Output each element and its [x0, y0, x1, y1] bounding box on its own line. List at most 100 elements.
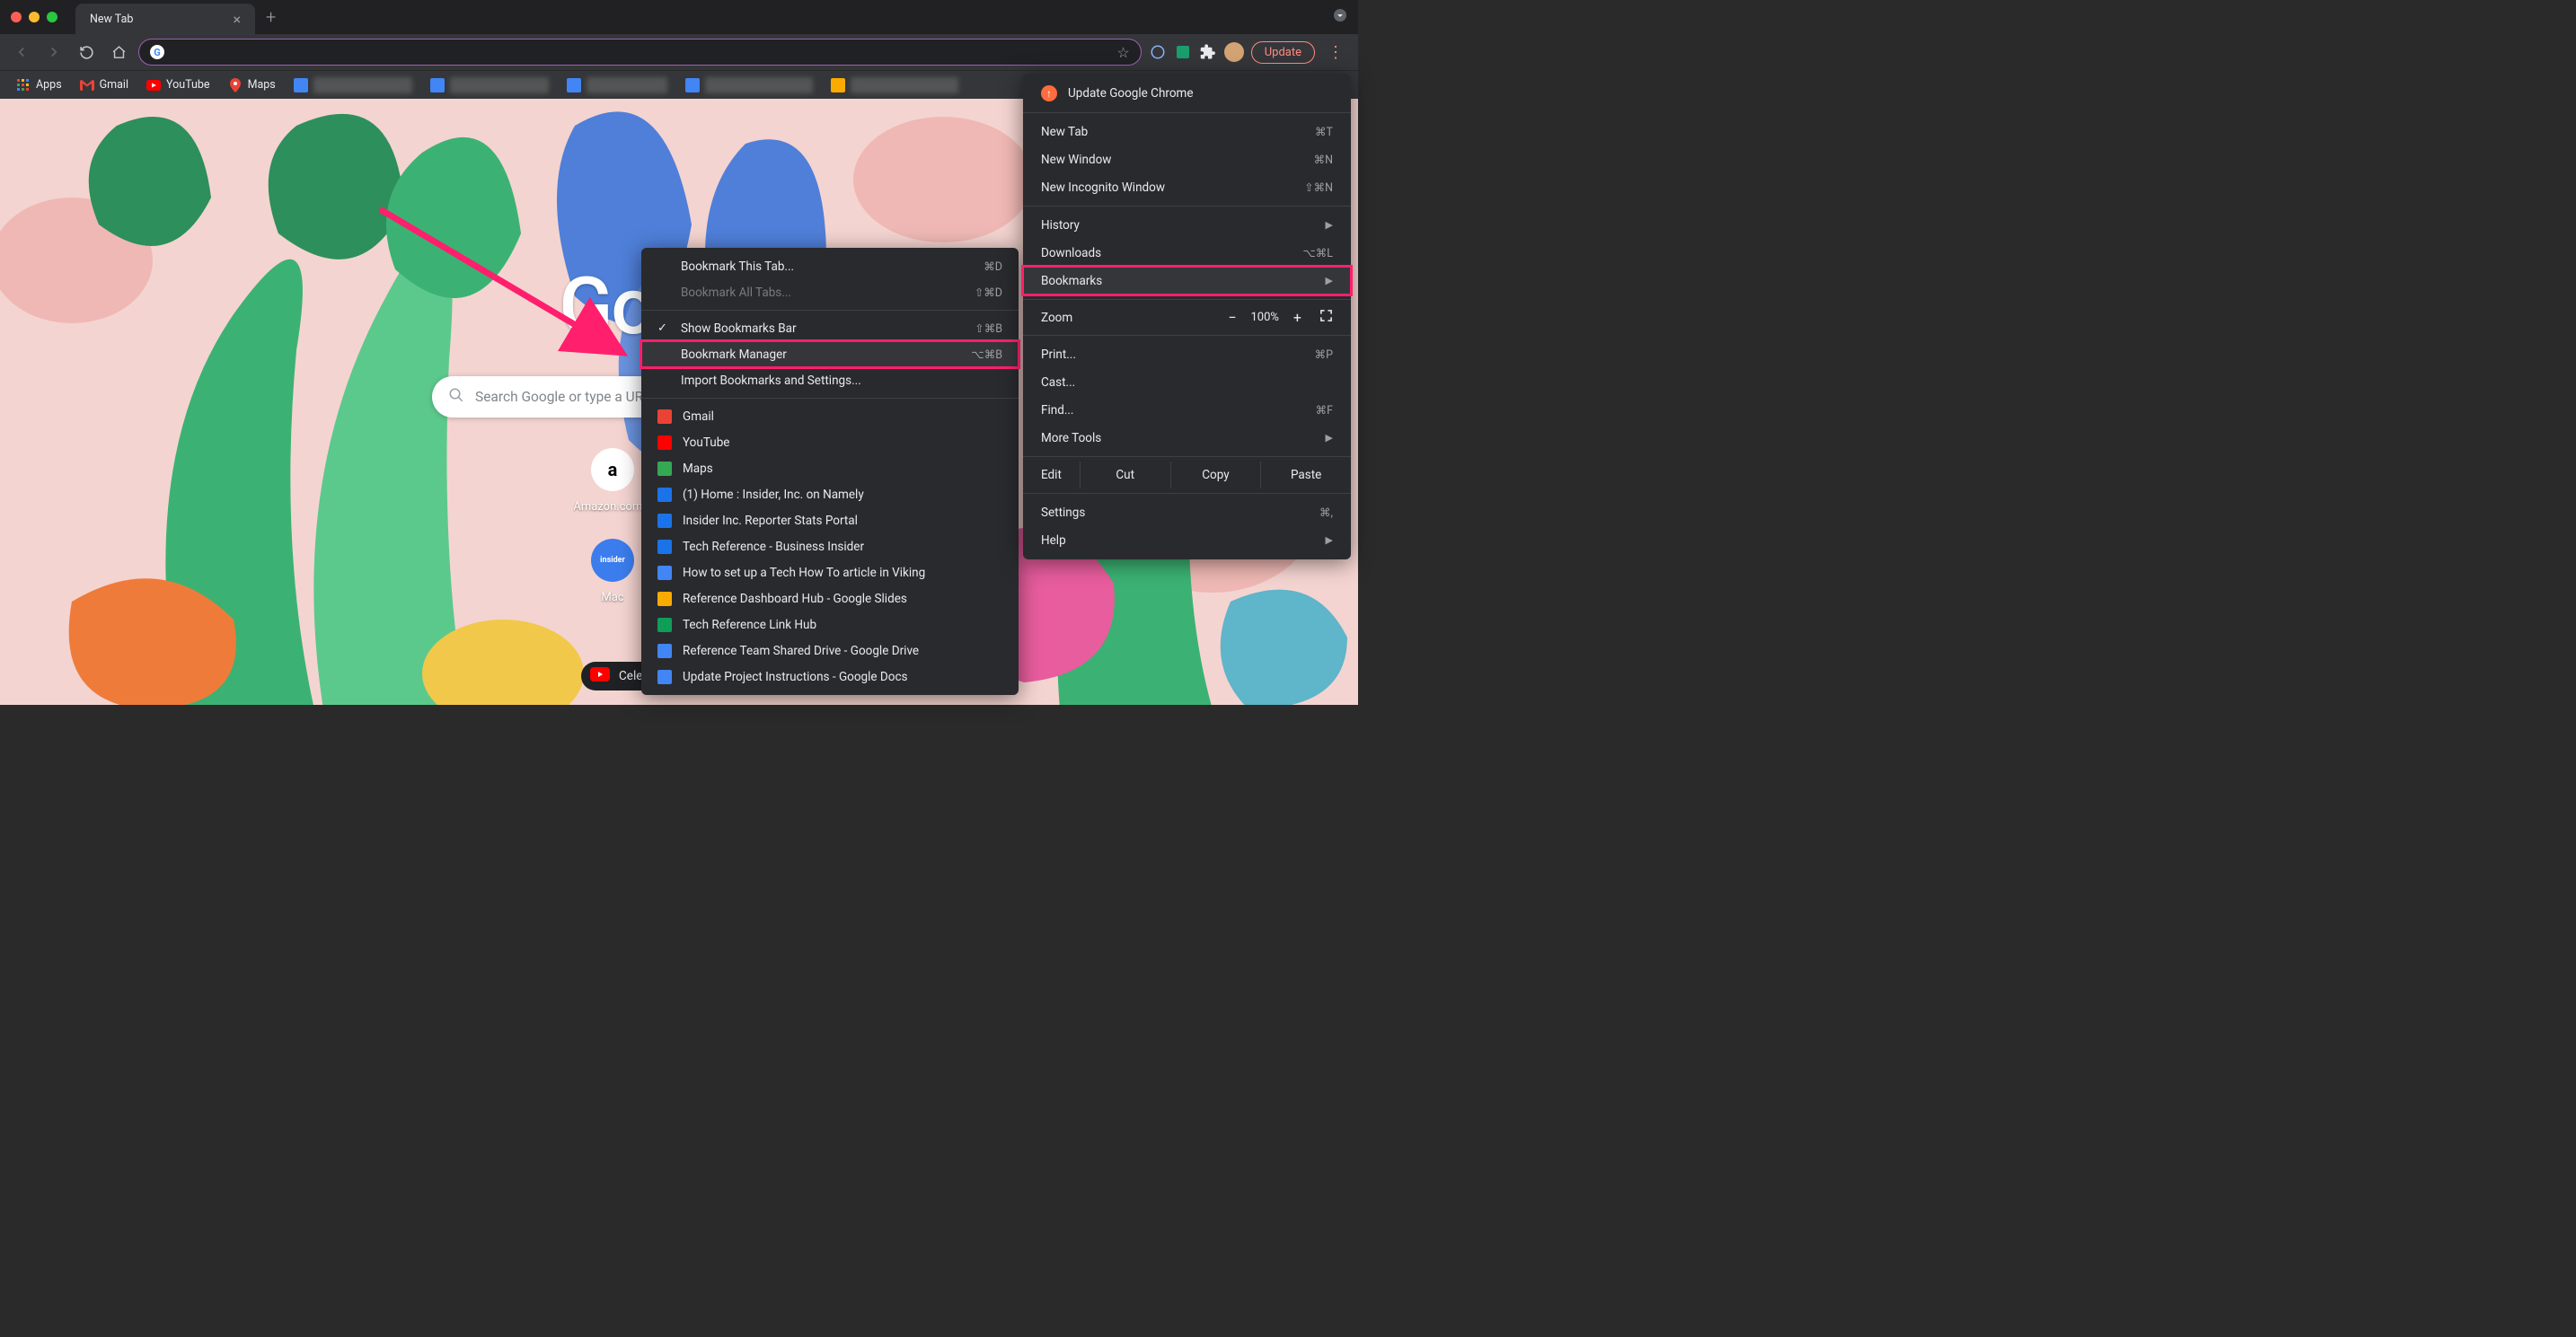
reload-button[interactable]: [74, 40, 99, 65]
search-placeholder: Search Google or type a URL: [475, 389, 651, 405]
copy-button[interactable]: Copy: [1170, 462, 1261, 488]
extension-badge-icon[interactable]: [1174, 43, 1192, 61]
shortcut-keys: ⌘T: [1315, 125, 1333, 139]
shortcut-keys: ⌥⌘L: [1302, 246, 1333, 260]
new-window[interactable]: New Window⌘N: [1023, 145, 1351, 173]
bookmark-item[interactable]: Maps: [641, 455, 1019, 481]
zoom-out-button[interactable]: −: [1219, 309, 1245, 326]
forward-button[interactable]: [41, 40, 66, 65]
print[interactable]: Print...⌘P: [1023, 340, 1351, 368]
minimize-window-button[interactable]: [29, 12, 40, 22]
bookmark-item[interactable]: How to set up a Tech How To article in V…: [641, 559, 1019, 585]
profile-avatar[interactable]: [1224, 42, 1244, 62]
item-label: Print...: [1041, 347, 1076, 362]
edit-row: Edit Cut Copy Paste: [1023, 462, 1351, 488]
favicon: [657, 540, 672, 554]
settings[interactable]: Settings⌘,: [1023, 498, 1351, 526]
bookmark-item[interactable]: Reference Dashboard Hub - Google Slides: [641, 585, 1019, 611]
item-label: Bookmark All Tabs...: [681, 286, 791, 300]
bookmark-item[interactable]: Update Project Instructions - Google Doc…: [641, 664, 1019, 690]
item-label: New Tab: [1041, 125, 1088, 139]
youtube-label: YouTube: [166, 78, 210, 92]
bookmark-redacted[interactable]: [423, 74, 556, 97]
bookmark-item[interactable]: (1) Home : Insider, Inc. on Namely: [641, 481, 1019, 507]
item-label: Bookmark Manager: [681, 347, 787, 362]
help[interactable]: Help▶: [1023, 526, 1351, 554]
close-tab-icon[interactable]: ×: [233, 11, 241, 28]
bookmarks[interactable]: Bookmarks ▶: [1023, 267, 1351, 295]
bookmark-star-icon[interactable]: ☆: [1116, 44, 1129, 61]
redacted-label: [450, 77, 549, 93]
favicon: [657, 618, 672, 632]
favicon: [294, 78, 308, 92]
chevron-right-icon: ▶: [1326, 432, 1333, 444]
menu-separator: [1023, 456, 1351, 457]
shortcut-keys: ⌘F: [1316, 403, 1333, 418]
favicon: [657, 409, 672, 424]
chevron-right-icon: ▶: [1326, 275, 1333, 286]
main-menu-button[interactable]: ⋮: [1322, 43, 1349, 62]
home-button[interactable]: [106, 40, 131, 65]
item-label: Settings: [1041, 506, 1085, 520]
bookmark-item[interactable]: Reference Team Shared Drive - Google Dri…: [641, 638, 1019, 664]
bookmark-youtube[interactable]: YouTube: [139, 75, 217, 96]
bookmark-redacted[interactable]: [824, 74, 966, 97]
shortcut-keys: ⇧⌘N: [1304, 180, 1333, 195]
checkmark-icon: ✓: [657, 321, 670, 335]
bookmark-redacted[interactable]: [560, 74, 675, 97]
favicon: [831, 78, 845, 92]
new-incognito[interactable]: New Incognito Window ⇧⌘N: [1023, 173, 1351, 201]
back-button[interactable]: [9, 40, 34, 65]
favicon: [657, 566, 672, 580]
extension-icon[interactable]: [1149, 43, 1167, 61]
downloads[interactable]: Downloads⌥⌘L: [1023, 239, 1351, 267]
favicon: [657, 462, 672, 476]
bookmark-item[interactable]: Insider Inc. Reporter Stats Portal: [641, 507, 1019, 533]
bookmark-redacted[interactable]: [287, 74, 419, 97]
item-label: New Incognito Window: [1041, 180, 1165, 195]
extensions-puzzle-icon[interactable]: [1199, 43, 1217, 61]
fullscreen-icon[interactable]: [1319, 309, 1333, 326]
bookmark-maps[interactable]: Maps: [221, 75, 283, 96]
bookmark-gmail[interactable]: Gmail: [73, 75, 136, 96]
zoom-in-button[interactable]: +: [1284, 309, 1310, 326]
favicon: [685, 78, 700, 92]
bookmark-item[interactable]: YouTube: [641, 429, 1019, 455]
update-chrome[interactable]: ↑ Update Google Chrome: [1023, 79, 1351, 108]
chevron-right-icon: ▶: [1326, 219, 1333, 231]
close-window-button[interactable]: [11, 12, 22, 22]
cut-button[interactable]: Cut: [1080, 462, 1170, 488]
bookmark-label: YouTube: [683, 435, 729, 450]
bookmark-label: Update Project Instructions - Google Doc…: [683, 670, 908, 684]
bookmark-redacted[interactable]: [678, 74, 820, 97]
show-bookmarks-bar[interactable]: ✓ Show Bookmarks Bar ⇧⌘B: [641, 315, 1019, 341]
address-input[interactable]: [172, 45, 1109, 59]
fullscreen-window-button[interactable]: [47, 12, 57, 22]
import-bookmarks[interactable]: Import Bookmarks and Settings...: [641, 367, 1019, 393]
bookmark-manager[interactable]: Bookmark Manager ⌥⌘B: [641, 341, 1019, 367]
browser-tab[interactable]: New Tab ×: [75, 4, 255, 34]
history[interactable]: History▶: [1023, 211, 1351, 239]
new-tab-button[interactable]: +: [266, 6, 276, 28]
favicon: [657, 670, 672, 684]
item-label: Bookmarks: [1041, 274, 1102, 288]
paste-button[interactable]: Paste: [1260, 462, 1351, 488]
favicon: [430, 78, 445, 92]
bookmark-this-tab[interactable]: Bookmark This Tab... ⌘D: [641, 253, 1019, 279]
update-button[interactable]: Update: [1251, 41, 1315, 64]
bookmark-item[interactable]: Tech Reference Link Hub: [641, 611, 1019, 638]
new-tab[interactable]: New Tab ⌘T: [1023, 118, 1351, 145]
bookmark-all-tabs: Bookmark All Tabs... ⇧⌘D: [641, 279, 1019, 305]
bookmark-item[interactable]: Tech Reference - Business Insider: [641, 533, 1019, 559]
titlebar-caret-icon[interactable]: [1333, 8, 1347, 26]
apps-button[interactable]: Apps: [9, 75, 69, 96]
find[interactable]: Find...⌘F: [1023, 396, 1351, 424]
more-tools[interactable]: More Tools▶: [1023, 424, 1351, 452]
bookmark-item[interactable]: Gmail: [641, 403, 1019, 429]
omnibox[interactable]: G ☆: [138, 39, 1142, 66]
menu-separator: [641, 398, 1019, 399]
shortcut-label: Amazon.com...: [573, 500, 651, 514]
cast[interactable]: Cast...: [1023, 368, 1351, 396]
item-label: Import Bookmarks and Settings...: [681, 374, 861, 388]
bookmark-label: Reference Team Shared Drive - Google Dri…: [683, 644, 919, 658]
